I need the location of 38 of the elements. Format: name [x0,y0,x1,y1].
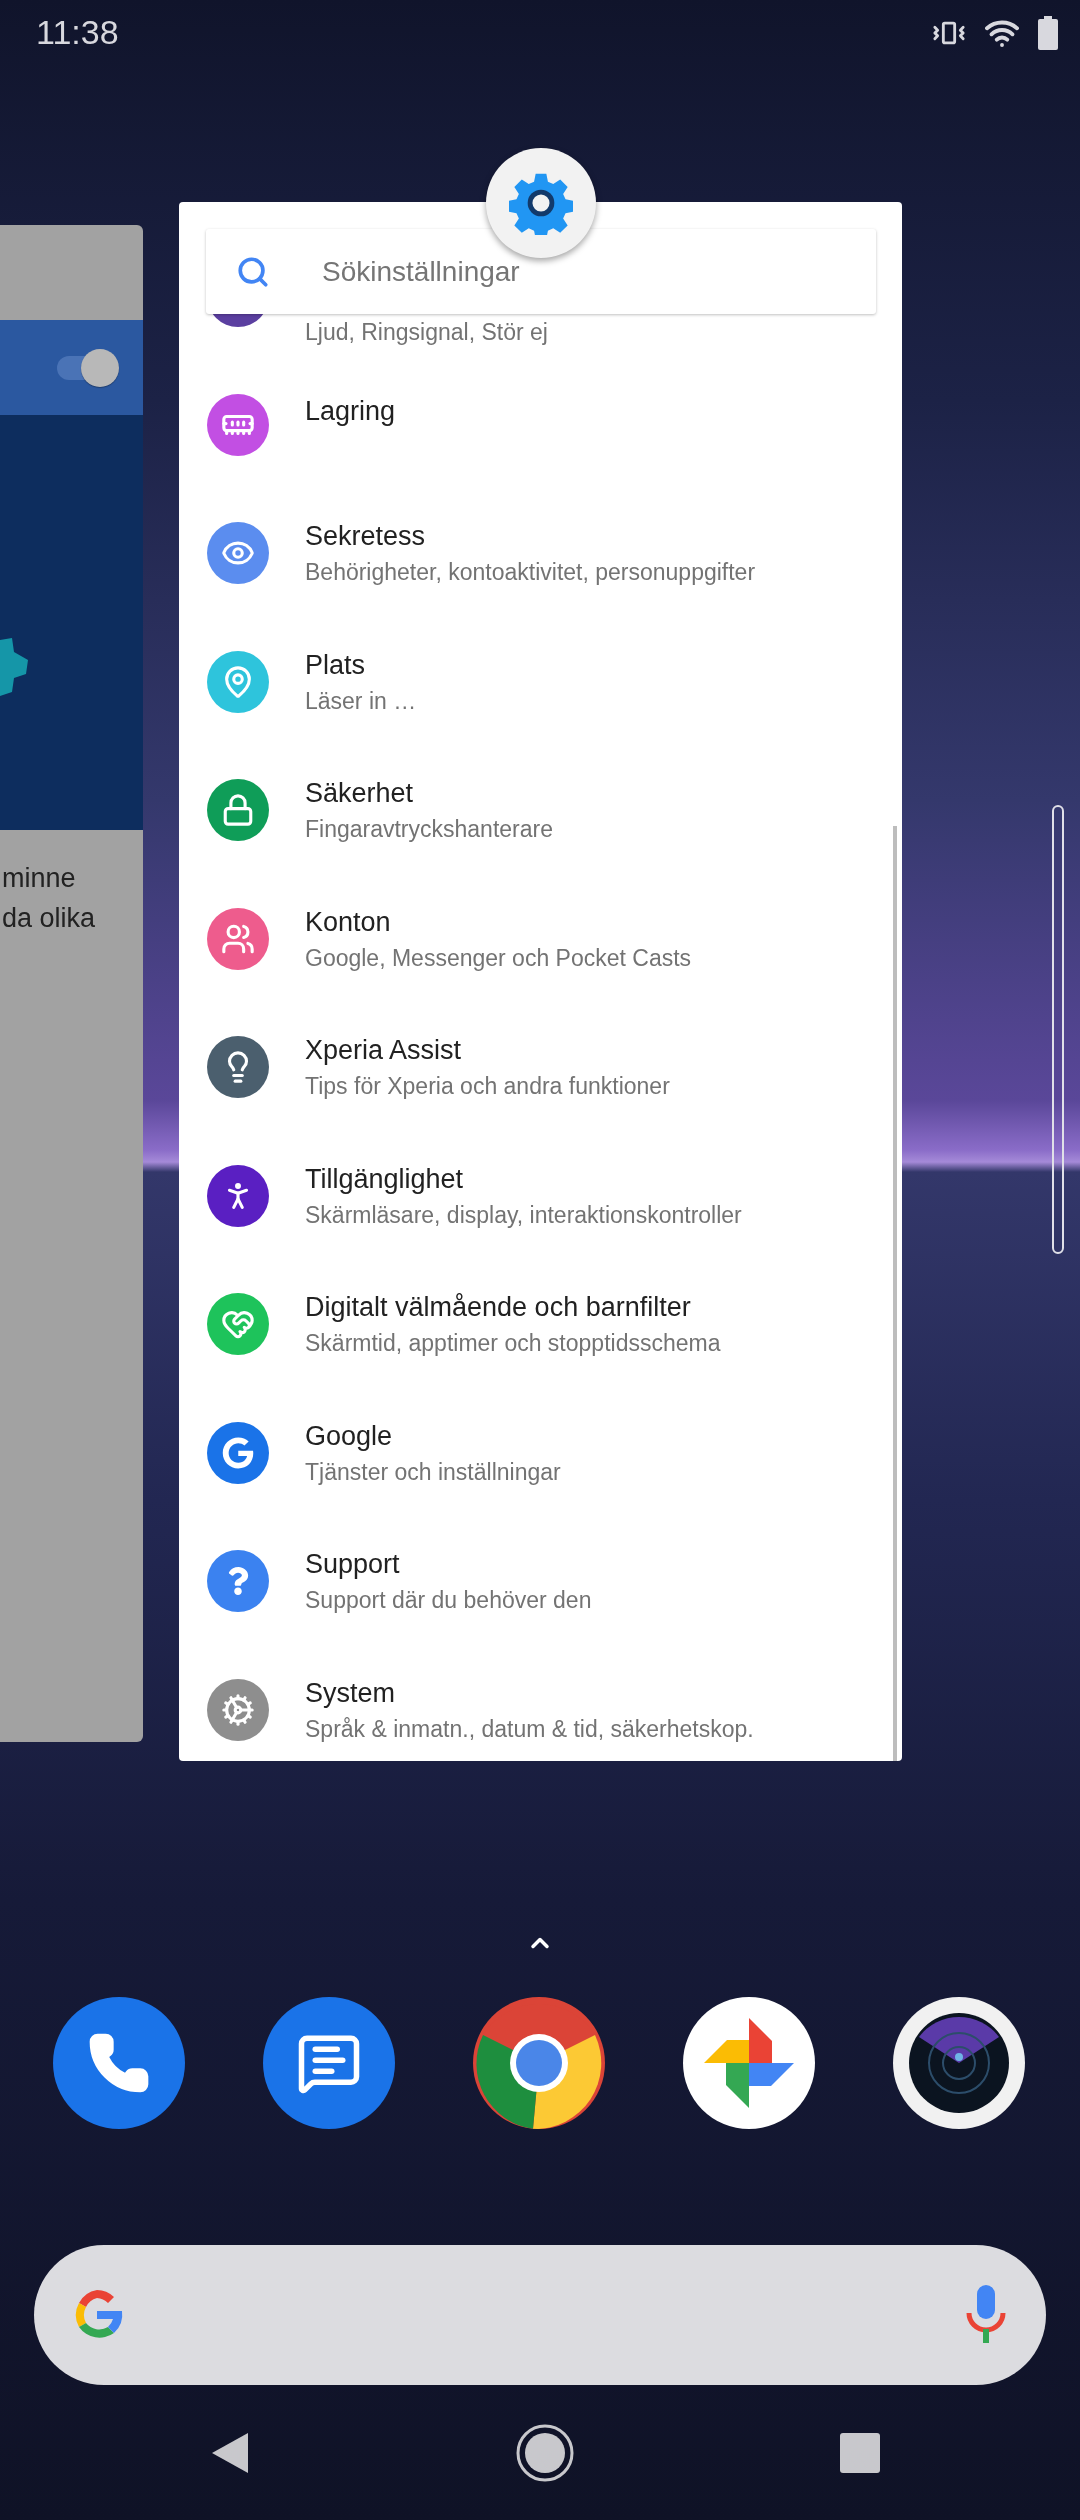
microphone-icon[interactable] [966,2285,1006,2345]
settings-item-subtitle: Språk & inmatn., datum & tid, säkerhetskop. [305,1714,754,1744]
settings-item-title: Plats [305,648,367,682]
home-button[interactable] [516,2423,574,2482]
settings-item-subtitle: Google, Messenger och Pocket Casts [305,943,692,973]
settings-item-subtitle: Skärmtid, apptimer och stopptidsschema [305,1329,721,1359]
settings-item-title: Säkerhet [305,777,415,811]
gears-icon [221,1692,255,1727]
settings-item-title: Support [305,1548,401,1582]
settings-item-subtitle: Tjänster och inställningar [305,1457,561,1487]
battery-icon [1038,15,1058,50]
search-input[interactable]: Sökinställningar [320,254,824,289]
back-button[interactable] [210,2430,250,2475]
preview-text: minne [2,862,77,895]
settings-item-subtitle: Skärmläsare, display, interaktionskontroller [305,1200,742,1230]
settings-item-subtitle: Behörigheter, kontoaktivitet, personuppgifter [305,558,756,588]
settings-app-card[interactable] [179,202,902,1761]
settings-item-title: System [305,1676,397,1710]
settings-item-title: Google [305,1419,394,1453]
google-g-icon [222,1436,254,1469]
settings-item-title: Konton [305,905,392,939]
settings-item-subtitle: Ljud, Ringsignal, Stör ej [305,319,548,345]
settings-item-title: Sekretess [305,520,427,554]
settings-item-subtitle: Läser in … [305,686,417,716]
settings-item-subtitle: Tips för Xperia och andra funktioner [305,1072,670,1102]
settings-item-title: Tillgänglighet [305,1162,465,1196]
recents-button[interactable] [840,2432,880,2473]
preview-text: da olika [2,902,97,935]
lock-icon [221,793,255,828]
settings-item-title: Lagring [305,394,396,428]
search-field[interactable]: Sökinställningar [206,229,876,314]
settings-item-title: Xperia Assist [305,1034,463,1068]
search-icon [236,254,270,289]
clock-time: 11:38 [36,13,119,52]
settings-item-subtitle: Fingaravtryckshanterare [305,815,553,845]
app-preview-card[interactable]: minne da olika [0,225,143,1742]
settings-item-title: Digitalt välmående och barnfilter [305,1291,692,1325]
settings-item-subtitle: Support där du behöver den [305,1586,592,1616]
